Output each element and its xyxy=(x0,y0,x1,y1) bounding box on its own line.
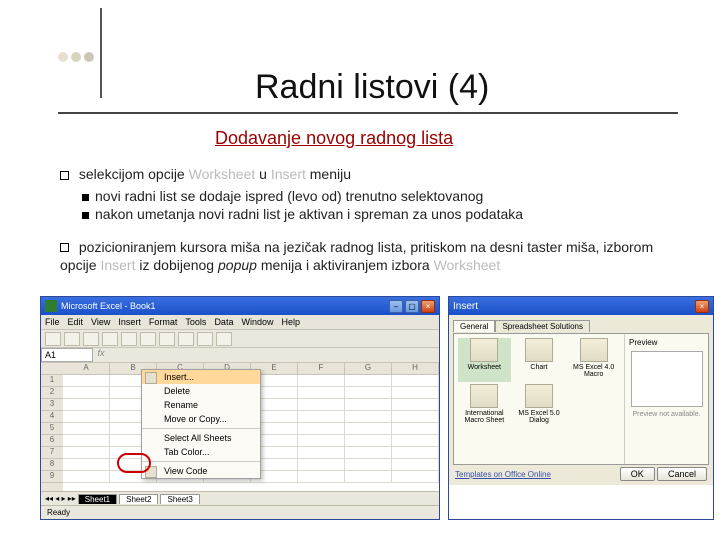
row-headers[interactable]: 123456789 xyxy=(41,363,63,491)
bullet-1-2: nakon umetanja novi radni list je aktiva… xyxy=(95,206,523,222)
excel-logo-icon xyxy=(45,300,57,312)
excel-window: Microsoft Excel - Book1 – ▢ × FileEditVi… xyxy=(40,296,440,520)
name-box[interactable]: A1 xyxy=(41,348,93,362)
bullet-square-icon xyxy=(60,243,69,252)
excel-menubar[interactable]: FileEditViewInsertFormatToolsDataWindowH… xyxy=(41,315,439,330)
template-chart[interactable]: Chart xyxy=(513,338,566,382)
content-block: selekcijom opcije Worksheet u Insert men… xyxy=(60,165,685,278)
title-underline xyxy=(58,112,678,114)
excel-title-text: Microsoft Excel - Book1 xyxy=(61,301,156,311)
ctx-insert[interactable]: Insert... xyxy=(142,370,260,384)
template-icon-grid[interactable]: Worksheet Chart MS Excel 4.0 Macro Inter… xyxy=(454,334,624,464)
context-menu[interactable]: Insert... Delete Rename Move or Copy... … xyxy=(141,369,261,479)
tab-sheet1[interactable]: Sheet1 xyxy=(78,494,117,504)
ctx-tab-color[interactable]: Tab Color... xyxy=(142,445,260,459)
ok-button[interactable]: OK xyxy=(620,467,655,481)
formula-bar[interactable]: A1 fx xyxy=(41,348,439,363)
bullet-1-text: selekcijom opcije Worksheet u Insert men… xyxy=(79,166,351,182)
ctx-select-all[interactable]: Select All Sheets xyxy=(142,431,260,445)
insert-dialog: Insert × General Spreadsheet Solutions W… xyxy=(448,296,714,520)
slide-title: Radni listovi (4) xyxy=(255,68,489,107)
templates-online-link[interactable]: Templates on Office Online xyxy=(455,470,551,479)
tab-spreadsheet-solutions[interactable]: Spreadsheet Solutions xyxy=(495,320,590,332)
dialog-tabs[interactable]: General Spreadsheet Solutions xyxy=(453,319,709,331)
sheet-tabs[interactable]: ◂◂ ◂ ▸ ▸▸ Sheet1 Sheet2 Sheet3 xyxy=(41,491,439,505)
dialog-title-text: Insert xyxy=(453,301,478,312)
template-macro4[interactable]: MS Excel 4.0 Macro xyxy=(567,338,620,382)
ctx-move-copy[interactable]: Move or Copy... xyxy=(142,412,260,426)
screenshots-row: Microsoft Excel - Book1 – ▢ × FileEditVi… xyxy=(40,296,714,520)
decor-dots xyxy=(58,52,94,62)
cancel-button[interactable]: Cancel xyxy=(657,467,707,481)
ctx-delete[interactable]: Delete xyxy=(142,384,260,398)
tab-sheet3[interactable]: Sheet3 xyxy=(160,494,199,504)
insert-icon xyxy=(145,372,157,384)
template-dialog5[interactable]: MS Excel 5.0 Dialog xyxy=(513,384,566,428)
template-intl-macro[interactable]: International Macro Sheet xyxy=(458,384,511,428)
close-button[interactable]: × xyxy=(421,300,435,313)
tab-general[interactable]: General xyxy=(453,320,495,332)
dialog-titlebar: Insert × xyxy=(449,297,713,315)
decor-line xyxy=(100,8,102,98)
bullet-2-text: pozicioniranjem kursora miša na jezičak … xyxy=(60,239,653,273)
spreadsheet-grid[interactable]: 123456789 ABCDEFGH xyxy=(41,363,439,491)
ctx-rename[interactable]: Rename xyxy=(142,398,260,412)
bullet-filled-icon xyxy=(82,194,89,201)
preview-label: Preview xyxy=(629,338,704,347)
dialog-close-button[interactable]: × xyxy=(695,300,709,313)
code-icon xyxy=(145,466,157,478)
status-bar: Ready xyxy=(41,505,439,519)
fx-icon[interactable]: fx xyxy=(93,348,109,362)
preview-text: Preview not available. xyxy=(629,411,704,418)
minimize-button[interactable]: – xyxy=(389,300,403,313)
maximize-button[interactable]: ▢ xyxy=(405,300,419,313)
bullet-filled-icon xyxy=(82,212,89,219)
template-worksheet[interactable]: Worksheet xyxy=(458,338,511,382)
preview-pane: Preview Preview not available. xyxy=(624,334,708,464)
ctx-view-code[interactable]: View Code xyxy=(142,464,260,478)
excel-toolbar[interactable] xyxy=(41,330,439,348)
tab-sheet2[interactable]: Sheet2 xyxy=(119,494,158,504)
bullet-square-icon xyxy=(60,171,69,180)
bullet-1-1: novi radni list se dodaje ispred (levo o… xyxy=(95,188,483,204)
slide-subtitle: Dodavanje novog radnog lista xyxy=(215,128,453,149)
excel-titlebar: Microsoft Excel - Book1 – ▢ × xyxy=(41,297,439,315)
